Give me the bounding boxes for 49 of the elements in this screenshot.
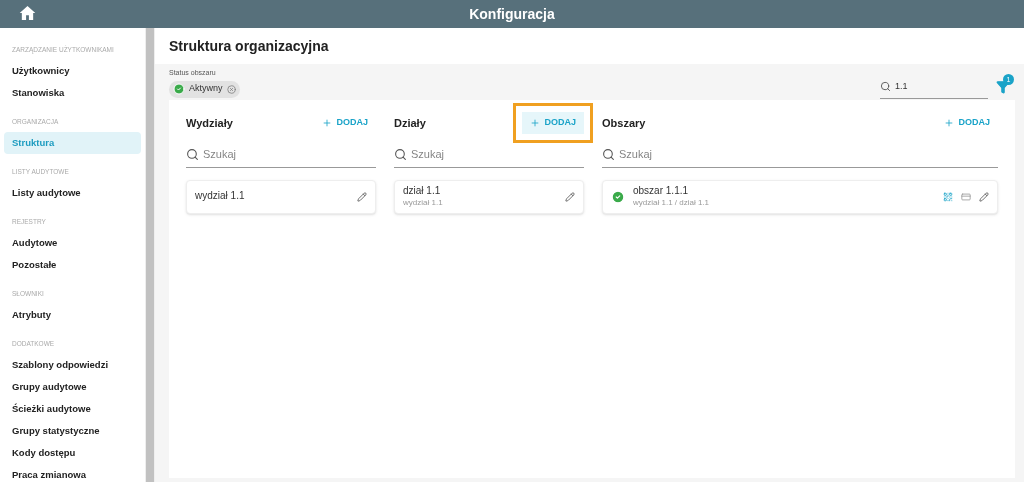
search-icon (394, 147, 407, 161)
list-card[interactable]: wydział 1.1 (186, 179, 376, 214)
remove-icon (226, 84, 236, 94)
item-path: wydział 1.1 / dział 1.1 (633, 197, 711, 208)
sidebar-item[interactable]: Grupy statystyczne (4, 420, 141, 442)
edit-icon (357, 191, 367, 202)
item-name: dział 1.1 (403, 185, 442, 198)
list-card[interactable]: obszar 1.1.1 wydział 1.1 / dział 1.1 (602, 179, 998, 214)
page-title: Struktura organizacyjna (169, 36, 329, 56)
item-name: obszar 1.1.1 (633, 185, 690, 198)
edit-icon (565, 191, 575, 202)
chip-label: Aktywny (189, 82, 223, 96)
sidebar-item[interactable]: Kody dostępu (4, 442, 141, 464)
sidebar-item[interactable]: Praca zmianowa (4, 464, 141, 482)
sidebar-item[interactable]: Szablony odpowiedzi (4, 354, 141, 376)
search-field[interactable]: Szukaj (203, 146, 376, 163)
search-icon (186, 147, 199, 161)
qr-code-icon (943, 191, 953, 202)
sidebar-item[interactable]: Grupy audytowe (4, 376, 141, 398)
sidebar-item[interactable]: Atrybuty (4, 304, 141, 326)
scrollbar[interactable] (145, 28, 155, 482)
check-icon (173, 83, 185, 95)
sidebar-item[interactable]: Audytowe (4, 232, 141, 254)
home-icon[interactable] (19, 5, 36, 21)
search-field[interactable]: 1.1 (880, 80, 988, 99)
search-field[interactable]: Szukaj (619, 146, 998, 163)
edit-icon (979, 191, 989, 202)
sidebar-item[interactable]: Listy audytowe (4, 182, 141, 204)
sidebar-item[interactable]: Użytkownicy (4, 60, 141, 82)
search-icon (602, 147, 615, 161)
plus-icon (530, 118, 541, 128)
plus-icon (944, 118, 955, 128)
status-chip[interactable]: Aktywny (169, 80, 240, 98)
item-path: wydział 1.1 (403, 197, 444, 208)
sidebar-item[interactable]: Ścieżki audytowe (4, 398, 141, 420)
plus-icon (322, 118, 333, 128)
header-title: Konfiguracja (469, 4, 555, 24)
item-name: wydział 1.1 (195, 190, 246, 203)
check-icon (611, 189, 625, 204)
sidebar-item[interactable]: Stanowiska (4, 82, 141, 104)
sidebar-item[interactable]: Pozostałe (4, 254, 141, 276)
card-icon (961, 191, 971, 202)
list-card[interactable]: dział 1.1 wydział 1.1 (394, 179, 584, 214)
column-title: Obszary (602, 115, 646, 131)
search-value: 1.1 (895, 80, 908, 93)
search-field[interactable]: Szukaj (411, 146, 584, 163)
search-icon (880, 81, 891, 93)
column-title: Działy (394, 115, 426, 131)
column-title: Wydziały (186, 115, 233, 131)
